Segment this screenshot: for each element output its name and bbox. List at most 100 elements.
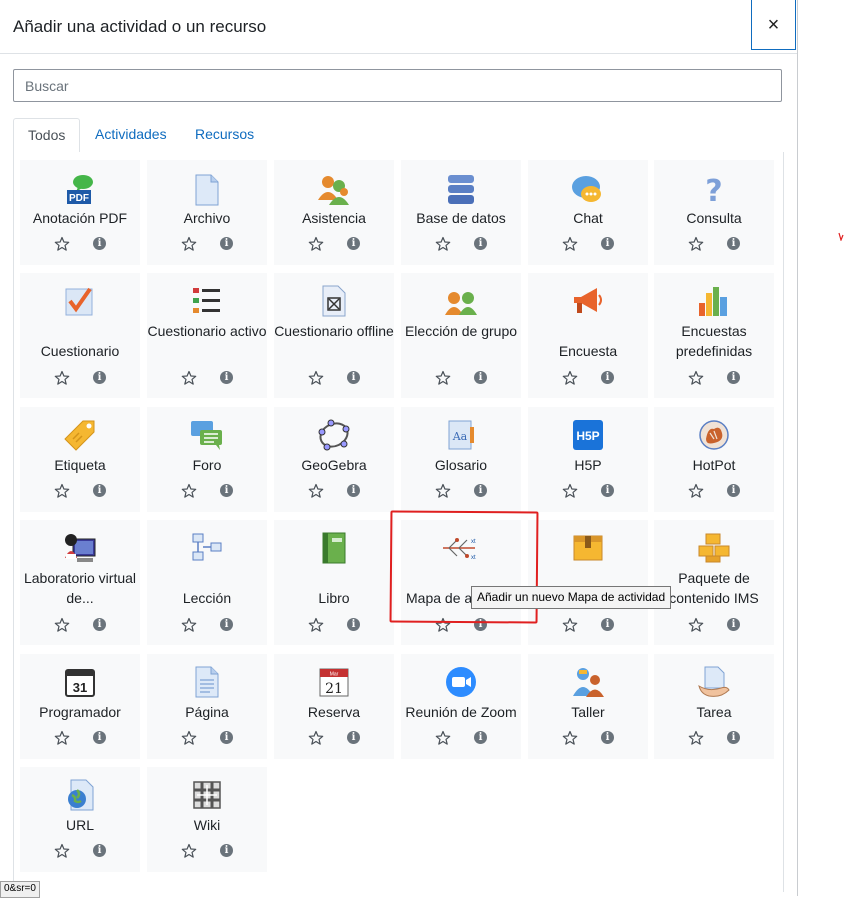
star-icon[interactable]: [562, 483, 578, 499]
module-tile[interactable]: Etiqueta i: [20, 407, 140, 512]
info-icon[interactable]: i: [220, 844, 233, 857]
module-tile[interactable]: Foro i: [147, 407, 267, 512]
module-tile[interactable]: Reunión de Zoom i: [401, 654, 521, 759]
info-icon[interactable]: i: [727, 371, 740, 384]
module-tile[interactable]: Archivo i: [147, 160, 267, 265]
star-icon[interactable]: [308, 370, 324, 386]
module-tile[interactable]: Tarea i: [654, 654, 774, 759]
module-tile[interactable]: 31 Programador i: [20, 654, 140, 759]
info-icon[interactable]: i: [93, 237, 106, 250]
info-icon[interactable]: i: [93, 844, 106, 857]
module-tile[interactable]: Taller i: [528, 654, 648, 759]
tab-all[interactable]: Todos: [13, 118, 81, 153]
info-icon[interactable]: i: [727, 484, 740, 497]
info-icon[interactable]: i: [601, 237, 614, 250]
star-icon[interactable]: [54, 617, 70, 633]
info-icon[interactable]: i: [347, 371, 360, 384]
star-icon[interactable]: [308, 236, 324, 252]
star-icon[interactable]: [181, 236, 197, 252]
module-tile[interactable]: ? Consulta i: [654, 160, 774, 265]
info-icon[interactable]: i: [601, 618, 614, 631]
star-icon[interactable]: [435, 236, 451, 252]
module-tile[interactable]: Asistencia i: [274, 160, 394, 265]
module-tile[interactable]: Página i: [147, 654, 267, 759]
star-icon[interactable]: [181, 483, 197, 499]
star-icon[interactable]: [688, 617, 704, 633]
star-icon[interactable]: [562, 370, 578, 386]
star-icon[interactable]: [435, 483, 451, 499]
info-icon[interactable]: i: [474, 237, 487, 250]
info-icon[interactable]: i: [601, 731, 614, 744]
star-icon[interactable]: [562, 236, 578, 252]
module-tile[interactable]: Lección i: [147, 520, 267, 645]
info-icon[interactable]: i: [727, 618, 740, 631]
star-icon[interactable]: [435, 370, 451, 386]
info-icon[interactable]: i: [474, 371, 487, 384]
module-tile[interactable]: URL i: [20, 767, 140, 872]
module-tile[interactable]: Aa Glosario i: [401, 407, 521, 512]
info-icon[interactable]: i: [347, 618, 360, 631]
star-icon[interactable]: [562, 730, 578, 746]
search-input[interactable]: [13, 69, 782, 102]
info-icon[interactable]: i: [601, 484, 614, 497]
star-icon[interactable]: [308, 730, 324, 746]
svg-text:PDF: PDF: [69, 193, 89, 204]
info-icon[interactable]: i: [347, 484, 360, 497]
star-icon[interactable]: [562, 617, 578, 633]
star-icon[interactable]: [181, 370, 197, 386]
star-icon[interactable]: [688, 236, 704, 252]
star-icon[interactable]: [54, 730, 70, 746]
module-tile[interactable]: H5P H5P i: [528, 407, 648, 512]
module-tile[interactable]: Mar 21 Reserva i: [274, 654, 394, 759]
module-tile[interactable]: Cuestionario i: [20, 273, 140, 398]
star-icon[interactable]: [308, 617, 324, 633]
info-icon[interactable]: i: [220, 731, 233, 744]
module-tile[interactable]: Chat i: [528, 160, 648, 265]
star-icon[interactable]: [688, 483, 704, 499]
module-tile[interactable]: Cuestionario offline i: [274, 273, 394, 398]
module-tile[interactable]: Base de datos i: [401, 160, 521, 265]
star-icon[interactable]: [688, 370, 704, 386]
module-tile[interactable]: Wiki i: [147, 767, 267, 872]
info-icon[interactable]: i: [347, 731, 360, 744]
star-icon[interactable]: [181, 730, 197, 746]
close-button[interactable]: ×: [751, 0, 796, 50]
module-tile[interactable]: Encuestas predefinidas i: [654, 273, 774, 398]
star-icon[interactable]: [688, 730, 704, 746]
info-icon[interactable]: i: [474, 484, 487, 497]
module-tile[interactable]: HotPot i: [654, 407, 774, 512]
info-icon[interactable]: i: [93, 731, 106, 744]
info-icon[interactable]: i: [93, 371, 106, 384]
info-icon[interactable]: i: [347, 237, 360, 250]
star-icon[interactable]: [54, 370, 70, 386]
tab-resources[interactable]: Recursos: [181, 118, 268, 151]
star-icon[interactable]: [308, 483, 324, 499]
star-icon[interactable]: [181, 843, 197, 859]
star-icon[interactable]: [181, 617, 197, 633]
info-icon[interactable]: i: [93, 618, 106, 631]
info-icon[interactable]: i: [220, 618, 233, 631]
info-icon[interactable]: i: [220, 484, 233, 497]
module-tile[interactable]: Libro i: [274, 520, 394, 645]
module-tile[interactable]: Paquete de contenido IMS i: [654, 520, 774, 645]
info-icon[interactable]: i: [220, 237, 233, 250]
module-tile[interactable]: Cuestionario activo i: [147, 273, 267, 398]
module-tile[interactable]: PDF Anotación PDF i: [20, 160, 140, 265]
star-icon[interactable]: [54, 483, 70, 499]
info-icon[interactable]: i: [727, 237, 740, 250]
tab-activities[interactable]: Actividades: [81, 118, 181, 151]
info-icon[interactable]: i: [727, 731, 740, 744]
module-tile[interactable]: Elección de grupo i: [401, 273, 521, 398]
info-icon[interactable]: i: [220, 371, 233, 384]
star-icon[interactable]: [435, 730, 451, 746]
star-icon[interactable]: [54, 236, 70, 252]
module-tile[interactable]: Encuesta i: [528, 273, 648, 398]
info-icon[interactable]: i: [474, 731, 487, 744]
module-tile[interactable]: GeoGebra i: [274, 407, 394, 512]
module-tile[interactable]: Laboratorio virtual de... i: [20, 520, 140, 645]
workshop-icon: [528, 664, 648, 700]
module-tile[interactable]: i: [528, 520, 648, 645]
star-icon[interactable]: [54, 843, 70, 859]
info-icon[interactable]: i: [601, 371, 614, 384]
info-icon[interactable]: i: [93, 484, 106, 497]
